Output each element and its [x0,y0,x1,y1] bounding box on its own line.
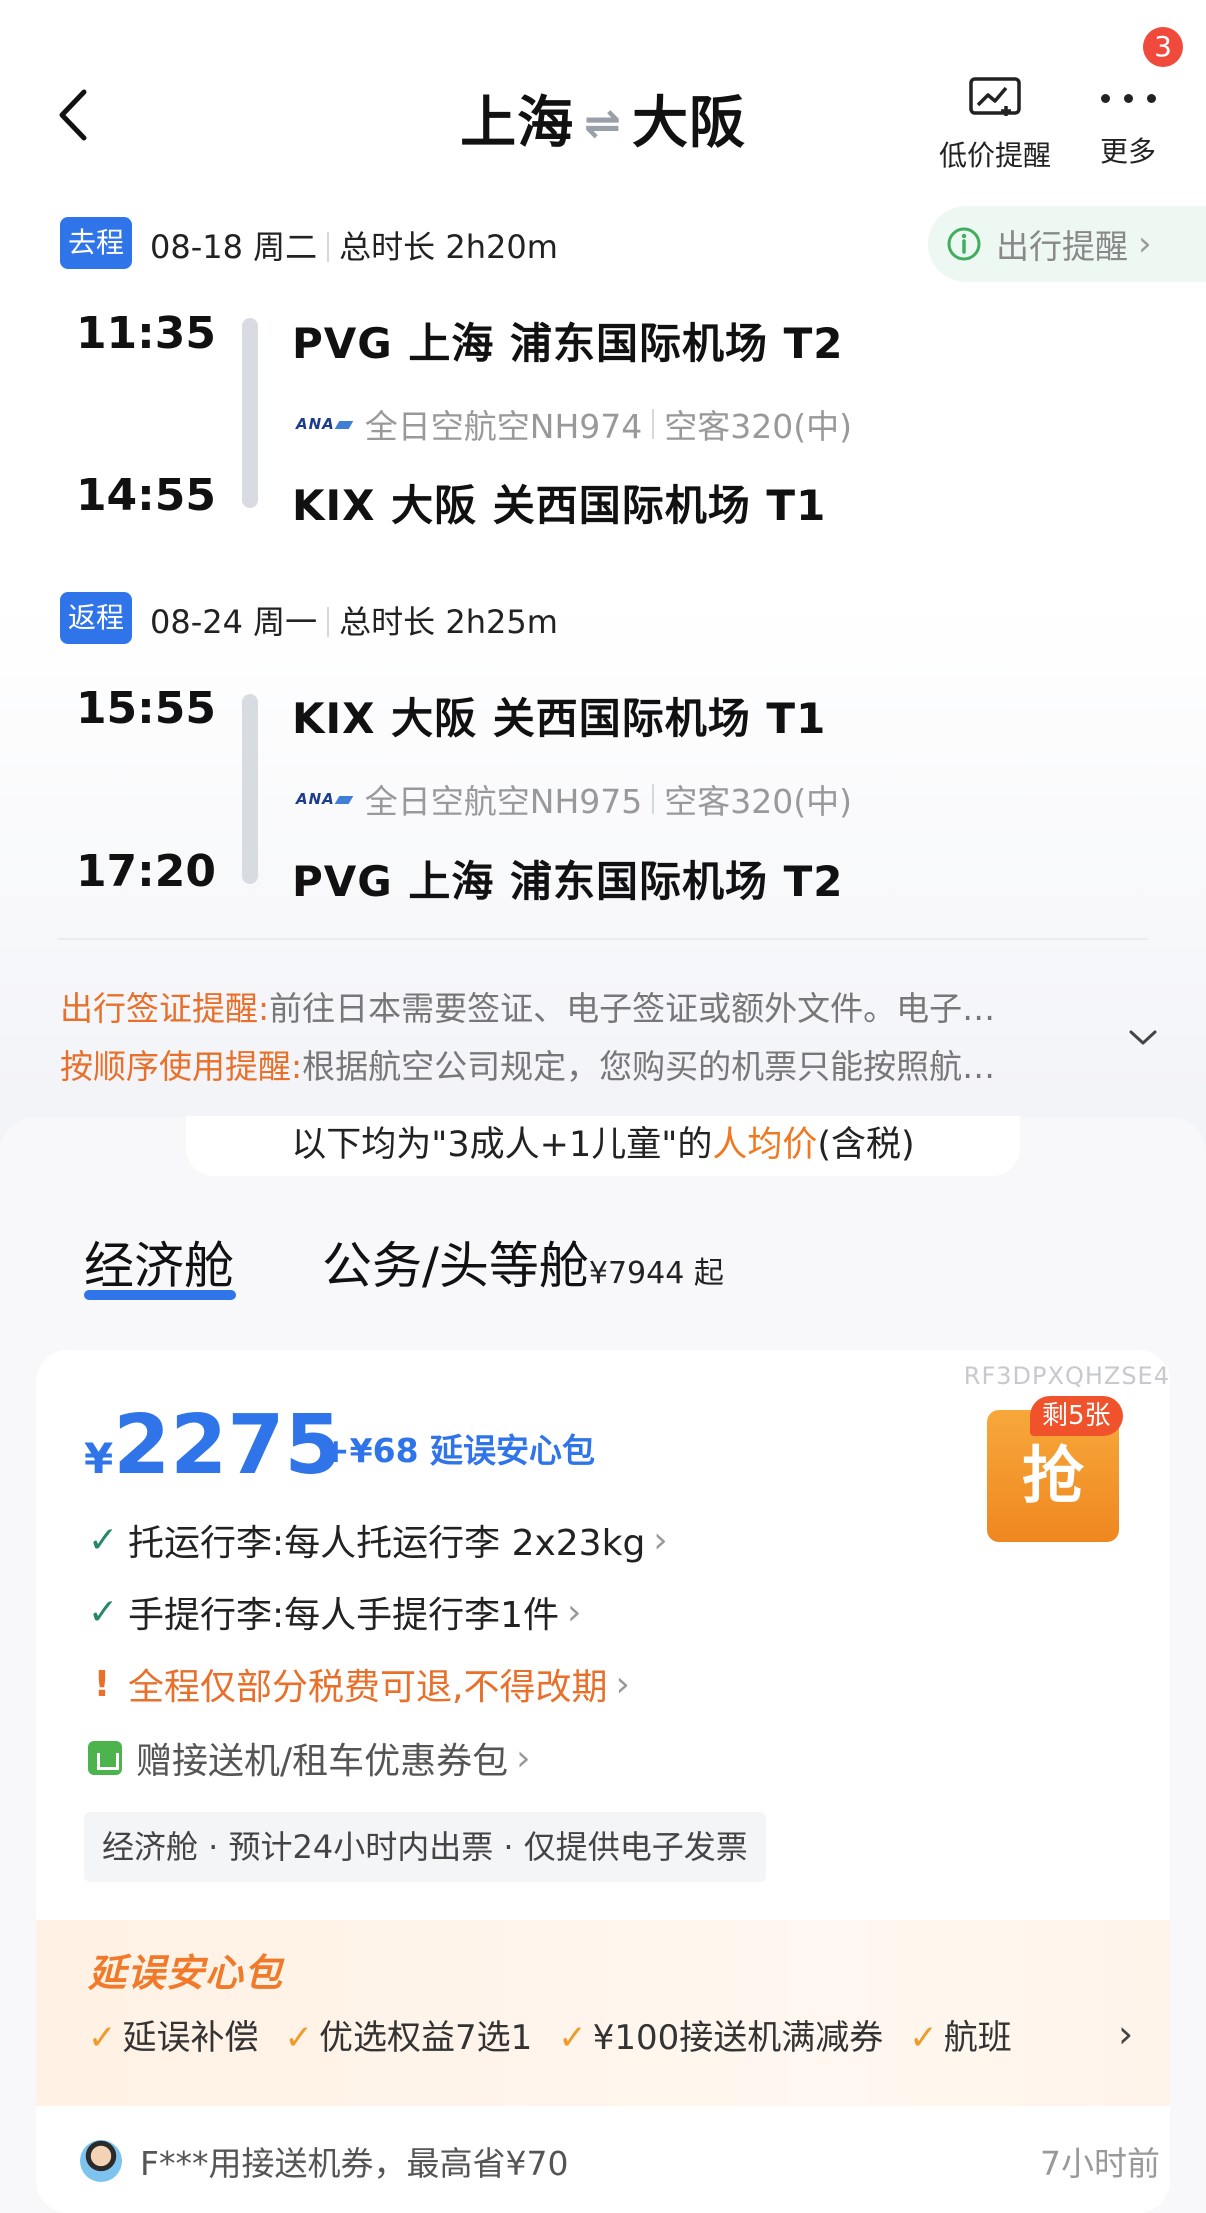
tab-active-indicator [84,1290,236,1300]
outbound-dep-airport: PVG 上海 浦东国际机场 T2 [292,319,844,368]
return-info: 08-24 周一 总时长 2h25m [150,597,558,643]
activity-text: F***用接送机券，最高省¥70 [140,2144,569,2183]
delay-package-items: ✓ 延误补偿 ✓ 优选权益7选1 ✓ ¥100接送机满减券 ✓ 航班 [88,2010,1098,2059]
expand-tips-icon[interactable] [1128,1028,1158,1048]
return-tag: 返程 [60,592,133,644]
delay-item: ✓ 延误补偿 [88,2018,259,2058]
outbound-route-line [242,318,258,508]
more-label: 更多 [1099,135,1156,168]
outbound-aircraft: 空客320(中) [664,407,853,446]
delay-item: ✓ 优选权益7选1 [284,2018,533,2058]
gift-icon [88,1741,122,1775]
warning-icon: ! [93,1663,111,1705]
chevron-right-icon: › [615,1663,630,1705]
check-icon: ✓ [558,2018,587,2058]
refund-policy-item[interactable]: ! 全程仅部分税费可退,不得改期 › [88,1658,630,1710]
chevron-right-icon: › [516,1737,531,1779]
chevron-right-icon: › [567,1591,582,1633]
outbound-airline: 全日空航空NH974 [364,407,643,446]
delay-item: ✓ 航班 [909,2018,1012,2058]
activity-row: F***用接送机券，最高省¥70 7小时前 [80,2126,1160,2196]
chevron-right-icon: › [653,1519,668,1561]
outbound-info: 08-18 周二 总时长 2h20m [150,222,558,268]
delay-package-title: 延误安心包 [88,1951,284,1995]
airline-logo: ANA [296,790,354,808]
delay-item: ✓ ¥100接送机满减券 [558,2018,884,2058]
chevron-right-icon: › [1138,224,1152,264]
price-alert-icon [969,77,1021,116]
fare-price: ¥2275 [84,1398,342,1493]
delay-package-addon: +¥68 延误安心包 [322,1431,596,1470]
check-icon: ✓ [88,1591,119,1633]
remaining-seats-badge: 剩5张 [1030,1396,1123,1436]
ticket-info: 经济舱 · 预计24小时内出票 · 仅提供电子发票 [84,1812,766,1882]
carry-on-item[interactable]: ✓ 手提行李:每人手提行李1件 › [88,1586,581,1638]
check-icon: ✓ [909,2018,938,2058]
usage-order-tip[interactable]: 按顺序使用提醒:根据航空公司规定，您购买的机票只能按照航… [60,1040,1100,1088]
more-dots-icon [1088,76,1168,120]
outbound-date: 08-18 周二 [150,228,318,266]
info-icon [947,227,981,261]
outbound-dep-time: 11:35 [75,308,216,359]
return-airline: 全日空航空NH975 [364,782,643,821]
travel-notice-button[interactable]: 出行提醒 › [928,206,1206,282]
avatar [80,2140,122,2182]
destination-city: 大阪 [631,91,746,156]
return-arr-time: 17:20 [75,846,216,897]
fare-card[interactable]: RF3DPXQHZSE4 ¥2275 +¥68 延误安心包 抢 剩5张 ✓ 托运行… [36,1350,1170,2213]
checked-baggage-item[interactable]: ✓ 托运行李:每人托运行李 2x23kg › [88,1514,668,1566]
check-icon: ✓ [88,1519,119,1561]
airline-logo: ANA [296,415,354,433]
business-price-from: ¥7944 起 [588,1256,724,1291]
origin-city: 上海 [460,91,575,156]
travel-notice-label: 出行提醒 [996,227,1128,266]
price-alert-button[interactable]: 低价提醒 [930,76,1060,174]
tab-business-first[interactable]: 公务/头等舱¥7944 起 [322,1226,724,1298]
outbound-arr-airport: KIX 大阪 关西国际机场 T1 [292,481,827,530]
return-route-line [242,694,258,884]
return-date: 08-24 周一 [150,603,318,641]
price-alert-label: 低价提醒 [938,139,1051,172]
outbound-flight-info: ANA 全日空航空NH974 空客320(中) [296,400,852,448]
return-duration: 总时长 2h25m [339,603,558,641]
more-button[interactable]: 更多 [1088,76,1168,170]
check-icon: ✓ [284,2018,314,2058]
round-trip-icon: ⇌ [584,98,622,149]
outbound-tag: 去程 [60,217,133,269]
return-flight-info: ANA 全日空航空NH975 空客320(中) [296,775,852,823]
notification-badge: 3 [1143,27,1183,67]
coupon-gift-item[interactable]: 赠接送机/租车优惠券包 › [88,1732,531,1784]
check-icon: ✓ [88,2018,117,2058]
return-arr-airport: PVG 上海 浦东国际机场 T2 [292,857,844,906]
outbound-arr-time: 14:55 [75,470,216,521]
chevron-right-icon[interactable]: › [1118,2012,1133,2056]
fare-code: RF3DPXQHZSE4 [963,1362,1170,1390]
tab-economy[interactable]: 经济舱 [84,1226,234,1298]
return-dep-time: 15:55 [75,683,216,734]
activity-time: 7小时前 [1040,2144,1160,2183]
outbound-duration: 总时长 2h20m [339,228,558,266]
divider [58,938,1148,940]
price-note: 以下均为"3成人+1儿童"的人均价(含税) [186,1116,1020,1176]
return-aircraft: 空客320(中) [664,782,853,821]
return-dep-airport: KIX 大阪 关西国际机场 T1 [292,694,827,743]
visa-tip[interactable]: 出行签证提醒:前往日本需要签证、电子签证或额外文件。电子… [60,982,1100,1030]
